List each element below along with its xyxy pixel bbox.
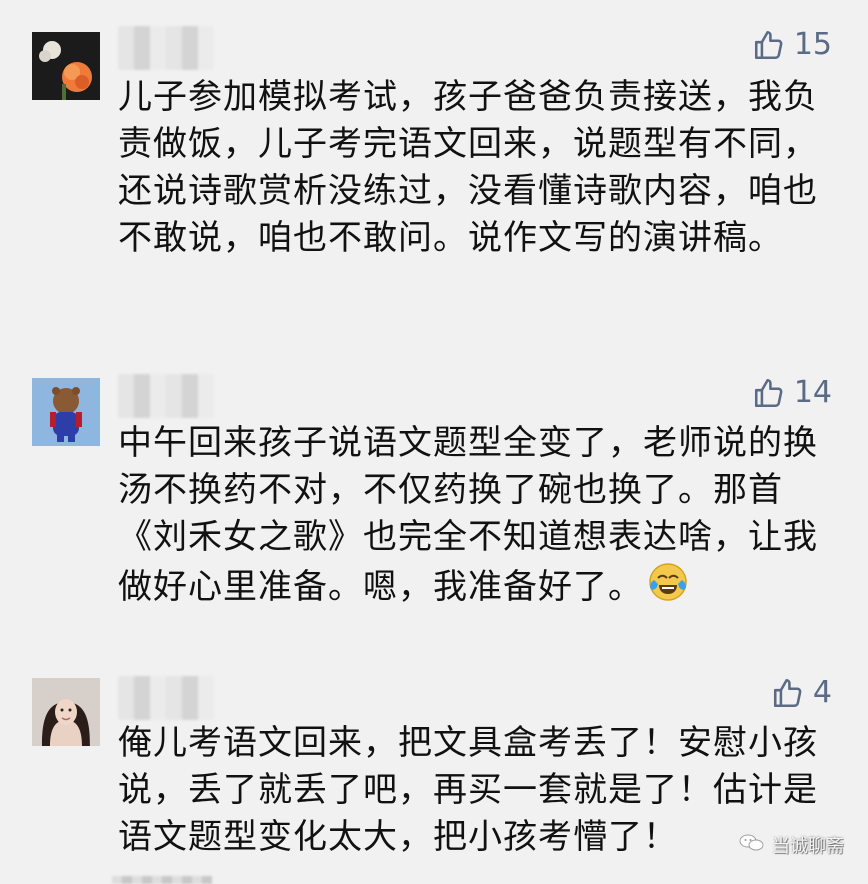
username-blurred[interactable] <box>118 676 214 720</box>
avatar-flower-icon <box>32 32 100 100</box>
avatar[interactable] <box>32 678 100 746</box>
comment-feed: 15 儿子参加模拟考试，孩子爸爸负责接送，我负责做饭，儿子考完语文回来，说题型有… <box>0 0 868 884</box>
avatar-teddy-bear-icon <box>32 378 100 446</box>
comment-text: 中午回来孩子说语文题型全变了，老师说的换汤不换药不对，不仅药换了碗也换了。那首《… <box>118 423 818 607</box>
comment-text: 俺儿考语文回来，把文具盒考丢了！安慰小孩说，丢了就丢了吧，再买一套就是了！估计是… <box>118 723 818 857</box>
comment-text: 儿子参加模拟考试，孩子爸爸负责接送，我负责做饭，儿子考完语文回来，说题型有不同，… <box>118 77 818 258</box>
username-blurred[interactable] <box>118 374 214 418</box>
laugh-cry-emoji-icon <box>647 561 689 616</box>
comment-text-wrapper: 中午回来孩子说语文题型全变了，老师说的换汤不换药不对，不仅药换了碗也换了。那首《… <box>118 420 818 616</box>
comment-item: 14 中午回来孩子说语文题型全变了，老师说的换汤不换药不对，不仅药换了碗也换了。… <box>0 340 868 660</box>
watermark-text: 当诚聊斋 <box>772 836 844 857</box>
avatar-portrait-icon <box>32 678 100 746</box>
like-count: 15 <box>793 27 832 62</box>
thumbs-up-icon <box>771 676 805 710</box>
avatar[interactable] <box>32 378 100 446</box>
avatar[interactable] <box>32 32 100 100</box>
like-count: 14 <box>793 375 832 410</box>
like-count: 4 <box>812 675 832 710</box>
watermark: 当诚聊斋 <box>738 832 844 858</box>
next-username-blurred <box>112 876 212 884</box>
thumbs-up-icon <box>752 28 786 62</box>
comment-item: 15 儿子参加模拟考试，孩子爸爸负责接送，我负责做饭，儿子考完语文回来，说题型有… <box>0 0 868 340</box>
like-button[interactable]: 4 <box>771 676 832 710</box>
like-button[interactable]: 14 <box>752 376 832 410</box>
like-button[interactable]: 15 <box>752 28 832 62</box>
thumbs-up-icon <box>752 376 786 410</box>
wechat-icon <box>738 833 766 858</box>
username-blurred[interactable] <box>118 26 214 70</box>
